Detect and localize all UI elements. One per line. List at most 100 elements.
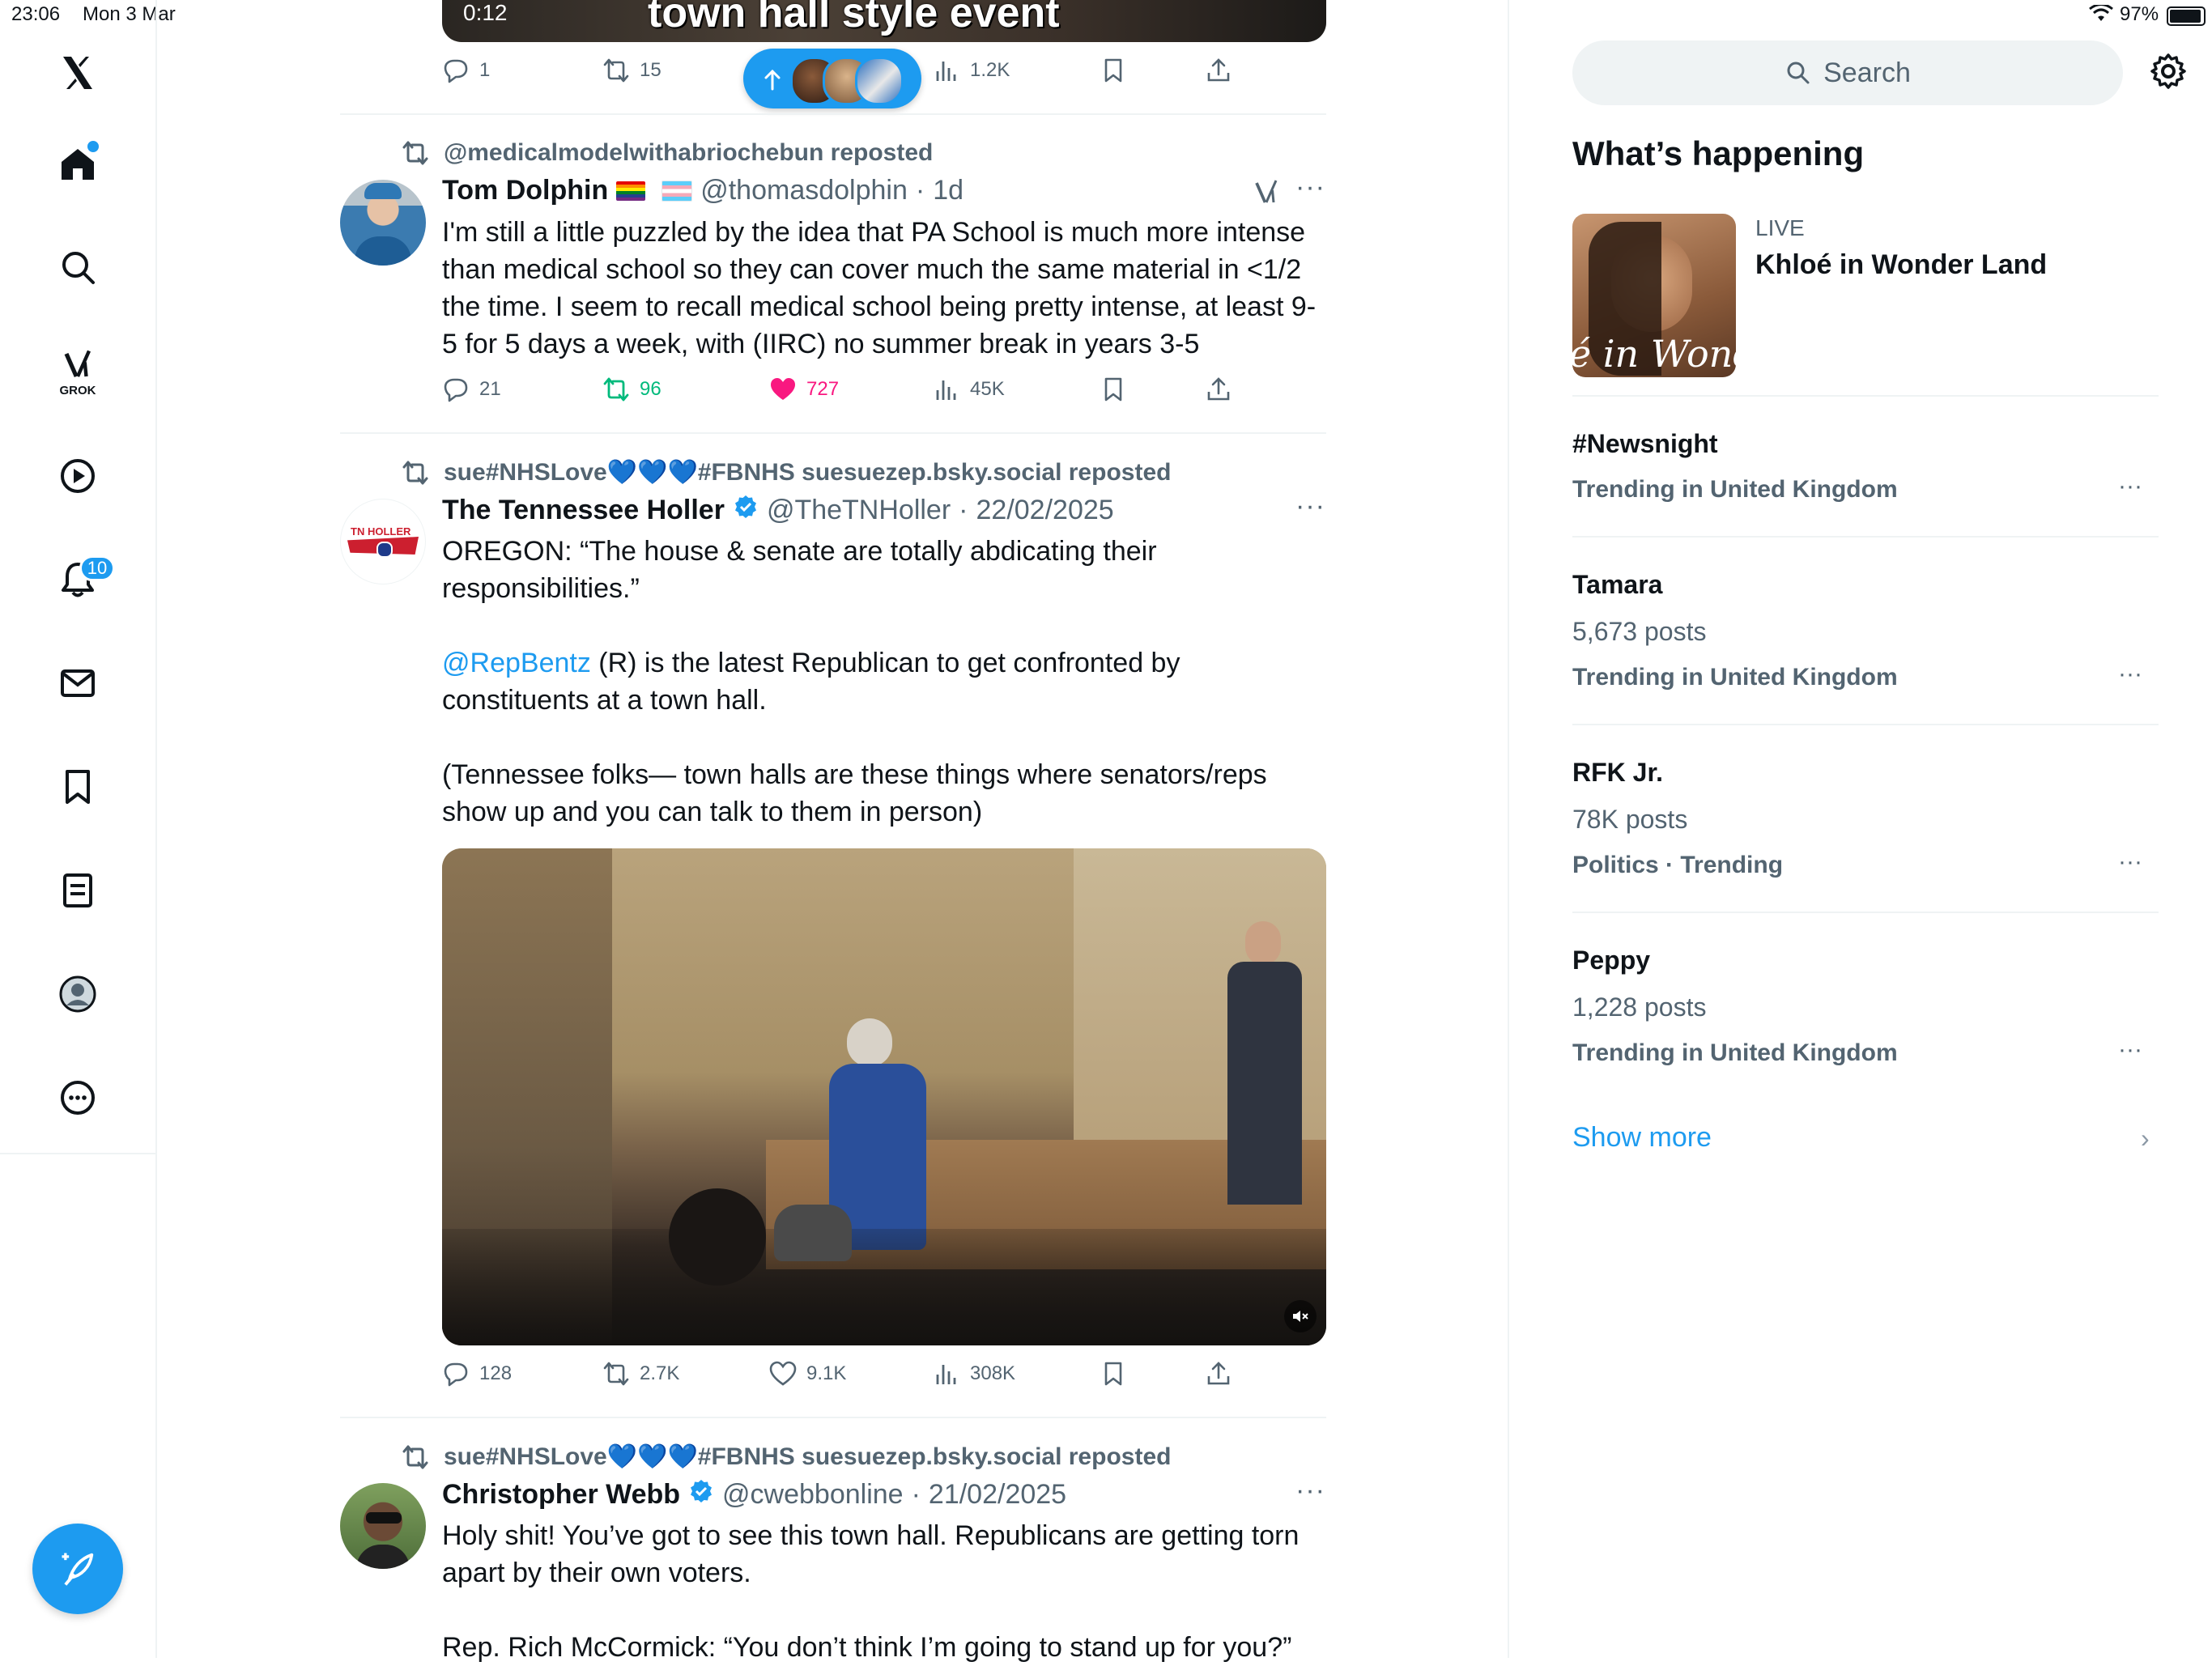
repost-button[interactable]: 2.7K xyxy=(602,1360,679,1388)
left-nav-divider xyxy=(155,0,157,1658)
repost-button[interactable]: 96 xyxy=(602,376,661,403)
trend-title[interactable]: RFK Jr. xyxy=(1572,758,1663,788)
trend-title[interactable]: Tamara xyxy=(1572,570,1662,600)
x-logo-icon[interactable] xyxy=(52,47,104,99)
avatar[interactable] xyxy=(340,1483,426,1569)
timestamp[interactable]: 1d xyxy=(933,175,963,206)
timestamp[interactable]: 22/02/2025 xyxy=(976,495,1114,526)
handle[interactable]: @cwebbonline xyxy=(722,1479,904,1511)
trend-more-icon[interactable]: ··· xyxy=(2118,661,2142,688)
share-button[interactable] xyxy=(1205,57,1232,84)
mute-icon[interactable] xyxy=(1284,1300,1317,1332)
top-video[interactable]: 0:12 town hall style event xyxy=(442,0,1326,42)
like-count: 727 xyxy=(806,378,840,400)
repost-indicator[interactable]: sue#NHSLove💙💙💙#FBNHS suesuezep.bsky.soci… xyxy=(402,458,1171,487)
trend-meta: Politics · Trending xyxy=(1572,852,1784,878)
lists-icon[interactable] xyxy=(52,865,104,916)
reply-count: 1 xyxy=(479,59,491,81)
rainbow-flag-icon xyxy=(616,181,646,201)
tweet-actions: 21 96 727 45K xyxy=(442,376,1326,411)
share-button[interactable] xyxy=(1205,1360,1232,1388)
tweet-text-1: Holy shit! You’ve got to see this town h… xyxy=(442,1520,1300,1588)
chevron-right-icon[interactable]: › xyxy=(2141,1124,2150,1154)
bookmark-button[interactable] xyxy=(1100,376,1127,403)
show-more-link[interactable]: Show more xyxy=(1572,1122,1712,1154)
mail-icon[interactable] xyxy=(52,657,104,709)
video-icon[interactable] xyxy=(52,450,104,502)
trend-title[interactable]: Peppy xyxy=(1572,946,1650,975)
trend-more-icon[interactable]: ··· xyxy=(2118,1036,2142,1064)
trans-flag-icon xyxy=(661,180,693,202)
status-date: Mon 3 Mar xyxy=(83,3,176,25)
gear-icon[interactable] xyxy=(2149,52,2188,91)
live-label: LIVE xyxy=(1755,215,1805,240)
live-thumbnail-text: é in Wonder l xyxy=(1572,332,1736,376)
separator-dot: · xyxy=(959,495,968,525)
bookmark-button[interactable] xyxy=(1100,1360,1127,1388)
grok-icon[interactable] xyxy=(1252,178,1281,211)
search-icon xyxy=(1787,62,1810,84)
bookmark-button[interactable] xyxy=(1100,57,1127,84)
more-options-icon[interactable]: ··· xyxy=(1295,1475,1325,1507)
avatar[interactable] xyxy=(340,180,426,266)
mention-link[interactable]: @RepBentz xyxy=(442,648,591,678)
verified-badge-icon xyxy=(688,1478,714,1511)
handle[interactable]: @thomasdolphin xyxy=(700,175,908,206)
repost-indicator[interactable]: sue#NHSLove💙💙💙#FBNHS suesuezep.bsky.soci… xyxy=(402,1443,1171,1471)
new-posts-pill[interactable] xyxy=(743,49,921,108)
views-button[interactable]: 308K xyxy=(933,1360,1015,1388)
live-title[interactable]: Khloé in Wonder Land xyxy=(1755,249,2047,281)
avatar[interactable]: TN HOLLER xyxy=(340,499,426,584)
more-options-icon[interactable]: ··· xyxy=(1295,491,1325,522)
bookmark-icon xyxy=(1104,1362,1122,1386)
display-name[interactable]: Tom Dolphin xyxy=(442,175,608,206)
repost-indicator[interactable]: @medicalmodelwithabriochebun reposted xyxy=(402,139,933,167)
share-icon xyxy=(1207,377,1230,401)
display-name[interactable]: Christopher Webb xyxy=(442,1479,680,1511)
reply-button[interactable]: 128 xyxy=(442,1360,512,1388)
video-time: 0:12 xyxy=(463,0,508,25)
new-post-avatar-3 xyxy=(855,57,904,105)
bookmark-icon[interactable] xyxy=(52,761,104,813)
share-button[interactable] xyxy=(1205,376,1232,403)
reply-icon xyxy=(444,1362,468,1387)
views-count: 1.2K xyxy=(970,59,1010,81)
profile-icon[interactable] xyxy=(52,968,104,1020)
trend-more-icon[interactable]: ··· xyxy=(2118,473,2142,500)
handle[interactable]: @TheTNHoller xyxy=(767,495,951,526)
like-button[interactable]: 727 xyxy=(769,376,839,403)
trend-more-icon[interactable]: ··· xyxy=(2118,848,2142,876)
tweet-text: Holy shit! You’ve got to see this town h… xyxy=(442,1517,1326,1666)
display-name[interactable]: The Tennessee Holler xyxy=(442,495,725,526)
views-icon xyxy=(936,1365,956,1384)
more-options-icon[interactable]: ··· xyxy=(1295,172,1325,203)
timestamp[interactable]: 21/02/2025 xyxy=(929,1479,1066,1511)
more-icon[interactable] xyxy=(52,1072,104,1124)
search-input[interactable]: Search xyxy=(1572,40,2123,105)
repost-button[interactable]: 15 xyxy=(602,57,661,84)
tweet-text-3: (Tennessee folks— town halls are these t… xyxy=(442,759,1267,827)
reposted-by: sue#NHSLove💙💙💙#FBNHS suesuezep.bsky.soci… xyxy=(444,459,1172,486)
trend-title[interactable]: #Newsnight xyxy=(1572,429,1718,459)
tweet-text-body: I'm still a little puzzled by the idea t… xyxy=(442,217,1317,359)
tweet-video[interactable] xyxy=(442,848,1326,1345)
reply-button[interactable]: 21 xyxy=(442,376,501,403)
views-button[interactable]: 45K xyxy=(933,376,1005,403)
search-icon[interactable] xyxy=(52,241,104,293)
bookmark-icon xyxy=(1104,377,1122,402)
live-thumbnail[interactable]: é in Wonder l xyxy=(1572,214,1736,377)
separator-dot: · xyxy=(911,1479,921,1510)
trend-separator xyxy=(1572,724,2159,725)
arrow-up-icon xyxy=(764,69,781,91)
reply-button[interactable]: 1 xyxy=(442,57,490,84)
tweet-actions: 128 2.7K 9.1K 308K xyxy=(442,1360,1326,1396)
like-button[interactable]: 9.1K xyxy=(769,1360,846,1388)
avatar-text: TN HOLLER xyxy=(351,525,411,538)
views-button[interactable]: 1.2K xyxy=(933,57,1010,84)
reposted-by: sue#NHSLove💙💙💙#FBNHS suesuezep.bsky.soci… xyxy=(444,1443,1172,1470)
battery-icon xyxy=(2167,6,2206,26)
compose-button[interactable] xyxy=(32,1524,123,1614)
grok-icon[interactable]: GROK xyxy=(52,340,104,405)
feed-divider xyxy=(1508,0,1509,1658)
repost-count: 2.7K xyxy=(640,1362,680,1384)
